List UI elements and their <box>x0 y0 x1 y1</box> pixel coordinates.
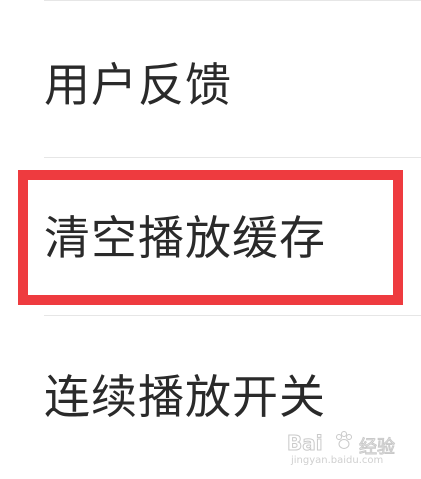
baidu-jingyan-watermark: Bai 经验 jingyan.baidu.com <box>287 429 407 469</box>
menu-item-label: 连续播放开关 <box>44 370 326 424</box>
menu-item-user-feedback[interactable]: 用户反馈 <box>0 0 421 157</box>
menu-item-clear-play-cache[interactable]: 清空播放缓存 <box>0 158 421 315</box>
paw-icon <box>336 431 352 449</box>
menu-item-label: 用户反馈 <box>44 58 232 112</box>
watermark-url: jingyan.baidu.com <box>291 455 384 466</box>
watermark-brand: Bai <box>287 431 324 456</box>
menu-item-label: 清空播放缓存 <box>44 211 326 265</box>
